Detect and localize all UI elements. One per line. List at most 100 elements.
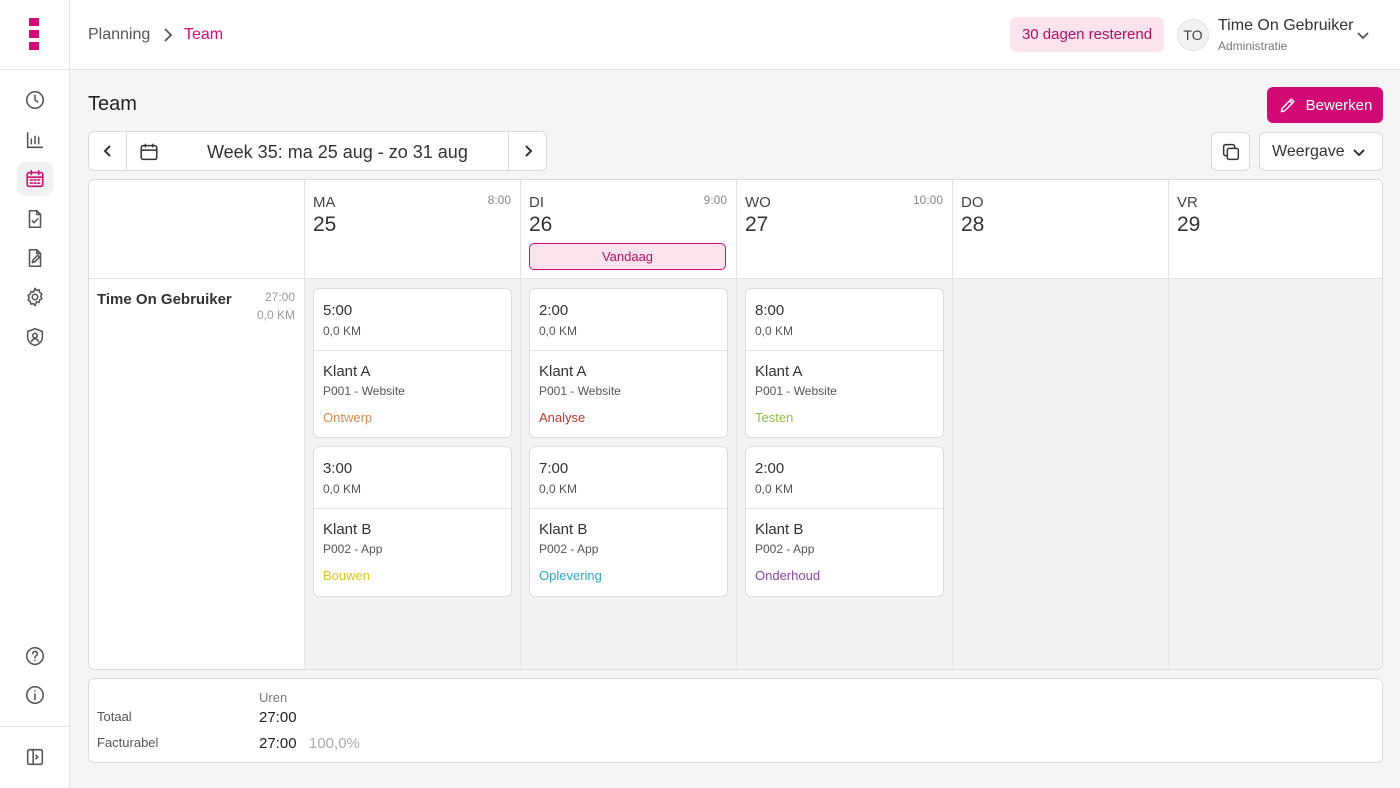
chevron-right-icon bbox=[524, 145, 532, 157]
day-header-date: 25 bbox=[313, 213, 337, 236]
sidebar-item-approvals[interactable] bbox=[17, 202, 53, 236]
entry-km: 0,0 KM bbox=[539, 324, 578, 338]
entry-client: Klant A bbox=[755, 363, 803, 380]
entry-card[interactable]: 3:00 0,0 KM Klant B P002 - App Bouwen bbox=[313, 446, 512, 597]
copy-button[interactable] bbox=[1211, 132, 1250, 171]
day-header-abbr: WO bbox=[745, 194, 771, 211]
avatar[interactable]: TO bbox=[1177, 19, 1209, 51]
column-divider bbox=[736, 180, 737, 669]
day-column-body[interactable] bbox=[953, 279, 1169, 669]
entry-task: Onderhoud bbox=[755, 568, 821, 583]
employee-hours: 27:00 bbox=[264, 290, 295, 304]
copy-icon bbox=[1222, 143, 1239, 160]
document-edit-icon bbox=[28, 248, 42, 268]
entry-km: 0,0 KM bbox=[755, 324, 794, 338]
chevron-down-icon bbox=[1352, 145, 1366, 159]
edit-button-label: Bewerken bbox=[1305, 96, 1373, 114]
entry-hours: 3:00 bbox=[323, 460, 353, 477]
entry-project: P001 - Website bbox=[539, 384, 621, 398]
sidebar-item-time[interactable] bbox=[17, 83, 53, 117]
help-icon bbox=[25, 646, 45, 666]
day-hours: 10:00 bbox=[912, 193, 943, 207]
trial-badge[interactable]: 30 dagen resterend bbox=[1010, 17, 1164, 52]
column-divider bbox=[520, 180, 521, 669]
entry-project: P001 - Website bbox=[323, 384, 405, 398]
calendar-picker-icon[interactable] bbox=[138, 141, 160, 163]
entry-client: Klant B bbox=[539, 521, 588, 538]
sidebar bbox=[0, 0, 70, 788]
sidebar-item-planning[interactable] bbox=[17, 162, 53, 196]
sidebar-item-admin[interactable] bbox=[17, 320, 53, 354]
entry-task: Bouwen bbox=[323, 568, 370, 583]
sidebar-toggle-icon bbox=[26, 748, 44, 766]
sidebar-divider bbox=[0, 726, 70, 727]
entry-task: Testen bbox=[755, 410, 794, 425]
employee-name: Time On Gebruiker bbox=[97, 291, 232, 308]
chevron-left-icon bbox=[103, 145, 111, 157]
entry-card[interactable]: 7:00 0,0 KM Klant B P002 - App Opleverin… bbox=[529, 446, 728, 597]
sidebar-toggle-button[interactable] bbox=[17, 740, 53, 774]
app-logo[interactable] bbox=[29, 18, 39, 50]
edit-button[interactable]: Bewerken bbox=[1267, 87, 1383, 123]
week-navigator: Week 35: ma 25 aug - zo 31 aug bbox=[88, 131, 547, 171]
user-role: Administratie bbox=[1218, 39, 1288, 53]
card-divider bbox=[314, 508, 511, 509]
total-value: 27:00 bbox=[259, 709, 297, 726]
previous-week-button[interactable] bbox=[89, 132, 127, 170]
view-dropdown[interactable]: Weergave bbox=[1259, 132, 1383, 171]
topbar: Planning Team 30 dagen resterend TO Time… bbox=[70, 0, 1400, 70]
breadcrumb-planning[interactable]: Planning bbox=[88, 26, 150, 44]
entry-hours: 2:00 bbox=[755, 460, 785, 477]
entry-project: P002 - App bbox=[539, 542, 599, 556]
chevron-down-icon[interactable] bbox=[1356, 28, 1370, 42]
sidebar-item-help[interactable] bbox=[17, 639, 53, 673]
view-dropdown-label: Weergave bbox=[1272, 143, 1345, 160]
entry-hours: 2:00 bbox=[539, 302, 569, 319]
day-hours: 8:00 bbox=[487, 193, 511, 207]
column-divider bbox=[304, 180, 305, 669]
sidebar-item-info[interactable] bbox=[17, 678, 53, 712]
sidebar-item-settings[interactable] bbox=[17, 280, 53, 314]
entry-client: Klant A bbox=[539, 363, 587, 380]
clock-icon bbox=[25, 90, 45, 110]
week-label[interactable]: Week 35: ma 25 aug - zo 31 aug bbox=[207, 142, 468, 163]
entry-client: Klant B bbox=[755, 521, 804, 538]
chart-icon bbox=[26, 131, 44, 149]
day-hours: 9:00 bbox=[703, 193, 727, 207]
entry-card[interactable]: 8:00 0,0 KM Klant A P001 - Website Teste… bbox=[745, 288, 944, 438]
day-column-body[interactable] bbox=[1169, 279, 1382, 669]
employee-km: 0,0 KM bbox=[256, 308, 295, 322]
entry-client: Klant A bbox=[323, 363, 371, 380]
entry-hours: 7:00 bbox=[539, 460, 569, 477]
card-divider bbox=[314, 350, 511, 351]
entry-card[interactable]: 5:00 0,0 KM Klant A P001 - Website Ontwe… bbox=[313, 288, 512, 438]
planning-grid: MA 25 8:00 DI 26 9:00 Vandaag WO 27 10:0… bbox=[88, 179, 1383, 670]
entry-project: P002 - App bbox=[323, 542, 383, 556]
entry-km: 0,0 KM bbox=[755, 482, 794, 496]
day-header-date: 29 bbox=[1177, 213, 1201, 236]
entry-client: Klant B bbox=[323, 521, 372, 538]
user-name[interactable]: Time On Gebruiker bbox=[1218, 17, 1353, 35]
billable-value: 27:00 bbox=[259, 735, 297, 752]
entry-km: 0,0 KM bbox=[323, 482, 362, 496]
day-header-date: 27 bbox=[745, 213, 769, 236]
gear-icon bbox=[27, 287, 43, 307]
column-divider bbox=[1168, 180, 1169, 669]
billable-percentage: 100,0% bbox=[309, 735, 360, 752]
entry-task: Analyse bbox=[539, 410, 586, 425]
total-label: Totaal bbox=[97, 709, 132, 724]
entry-card[interactable]: 2:00 0,0 KM Klant A P001 - Website Analy… bbox=[529, 288, 728, 438]
day-header-date: 28 bbox=[961, 213, 985, 236]
entry-project: P001 - Website bbox=[755, 384, 837, 398]
totals-column-header: Uren bbox=[259, 690, 288, 705]
entry-project: P002 - App bbox=[755, 542, 815, 556]
entry-hours: 8:00 bbox=[755, 302, 785, 319]
entry-card[interactable]: 2:00 0,0 KM Klant B P002 - App Onderhoud bbox=[745, 446, 944, 597]
next-week-button[interactable] bbox=[508, 132, 546, 170]
sidebar-divider bbox=[0, 69, 70, 70]
sidebar-item-reports[interactable] bbox=[17, 123, 53, 157]
day-header-abbr: MA bbox=[313, 194, 336, 211]
calendar-icon bbox=[26, 169, 44, 188]
today-badge: Vandaag bbox=[529, 243, 726, 270]
sidebar-item-invoices[interactable] bbox=[17, 241, 53, 275]
